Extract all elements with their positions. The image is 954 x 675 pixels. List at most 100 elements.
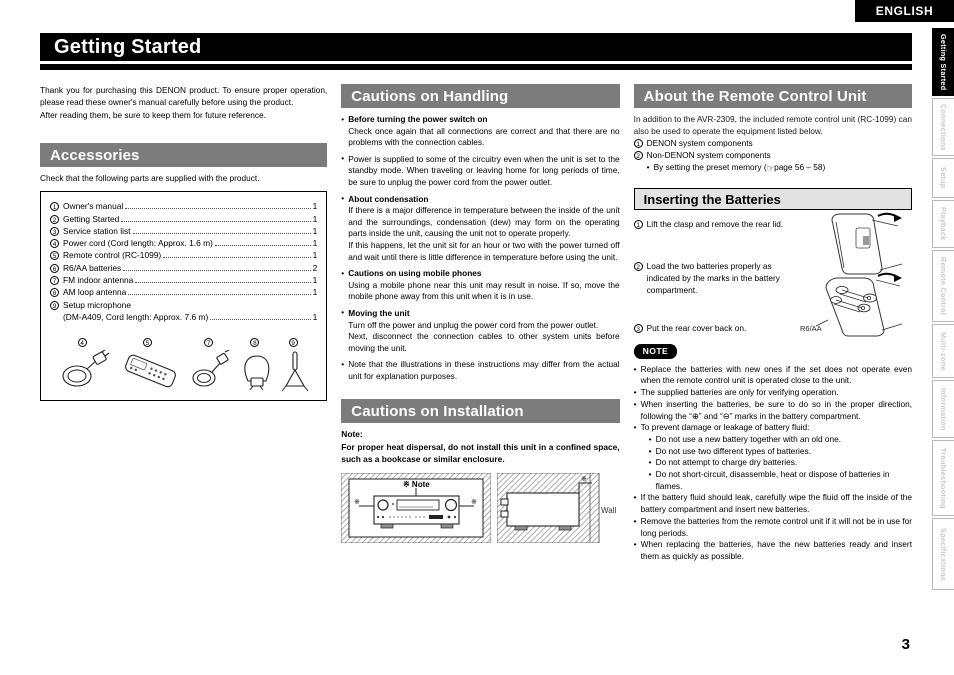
list-item: 2 Getting Started 1 — [50, 213, 317, 225]
page-number: 3 — [901, 636, 910, 653]
chapter-tab-setup[interactable]: Setup — [932, 158, 954, 198]
accessory-qty: 1 — [312, 311, 318, 322]
list-item: Before turning the power switch onCheck … — [341, 114, 619, 149]
circled-number: 8 — [250, 338, 260, 348]
list-item: Do not short-circuit, disassemble, heat … — [649, 469, 912, 492]
list-item: Do not attempt to charge dry batteries. — [649, 457, 912, 469]
battery-steps-list: 1 Lift the clasp and remove the rear lid.… — [633, 218, 802, 334]
circled-number: 5 — [142, 338, 152, 348]
accessory-illustrations: 4 5 7 8 9 — [50, 332, 317, 394]
leader-dots — [210, 318, 311, 320]
equipment-label: Non-DENON system components — [646, 150, 771, 161]
chapter-tab-playback[interactable]: Playback — [932, 200, 954, 248]
remote-intro: In addition to the AVR-2309, the include… — [633, 114, 912, 136]
chapter-tab-getting-started[interactable]: Getting Started — [932, 28, 954, 96]
circled-number: 3 — [50, 226, 59, 236]
leader-dots — [135, 282, 311, 283]
circled-number: 1 — [633, 138, 643, 148]
installation-front-view-figure: ※ Note ※ ※ — [341, 473, 492, 544]
list-item: 9 Setup microphone — [50, 299, 317, 311]
list-item: When inserting the batteries, be sure to… — [634, 399, 912, 422]
bullet-text: Turn off the power and unplug the power … — [348, 319, 599, 330]
accessory-label: AM loop antenna — [63, 287, 127, 298]
list-item: 4 Power cord (Cord length: Approx. 1.6 m)… — [50, 237, 317, 249]
chapter-tab-label: Setup — [939, 167, 948, 189]
intro-paragraph-1: Thank you for purchasing this DENON prod… — [40, 85, 328, 108]
battery-step-text: Put the rear cover back on. — [646, 323, 747, 334]
leader-dots — [125, 208, 311, 210]
accessories-box: 1 Owner's manual 1 2 Getting Started 1 3 Servic… — [40, 191, 328, 402]
installation-figures: ※ Note ※ ※ ※ Wall — [341, 473, 619, 544]
circled-number: 9 — [50, 300, 59, 310]
bullet-text: Power is supplied to some of the circuit… — [348, 153, 620, 187]
bullet-heading: About condensation — [348, 193, 429, 204]
list-item: Power is supplied to some of the circuit… — [341, 153, 620, 189]
list-item: 5 Remote control (RC-1099) 1 — [50, 249, 317, 261]
remote-battery-figure: R6/AA — [800, 213, 903, 337]
list-item: 8 AM loop antenna 1 — [50, 286, 317, 298]
leader-dots — [128, 294, 311, 296]
preset-memory-page: page 56 – 58) — [774, 162, 826, 173]
chapter-tab-troubleshooting[interactable]: Troubleshooting — [932, 440, 954, 516]
intro-paragraph-2: After reading them, be sure to keep them… — [40, 109, 266, 120]
list-item: 7 FM indoor antenna 1 — [50, 274, 317, 286]
chapter-tab-connections[interactable]: Connections — [932, 98, 954, 156]
equipment-label: DENON system components — [646, 138, 753, 149]
battery-step: 2 Load the two batteries properly as indi… — [633, 260, 802, 296]
subsection-header-inserting-batteries: Inserting the Batteries — [633, 188, 912, 211]
remote-heading: About the Remote Control Unit — [643, 87, 867, 105]
circled-number: 2 — [633, 261, 643, 271]
chapter-rule — [40, 64, 912, 70]
accessory-qty: 1 — [312, 275, 318, 285]
language-badge: ENGLISH — [855, 0, 954, 22]
svg-text:※: ※ — [471, 499, 477, 506]
battery-illustrations: R6/AA — [800, 212, 912, 340]
accessory-qty: 2 — [312, 262, 318, 273]
chapter-tab-label: Multi-zone — [939, 331, 948, 371]
accessory-label: Setup microphone — [63, 299, 131, 310]
accessory-qty: 1 — [312, 201, 318, 212]
list-item: 2 Non-DENON system components — [633, 149, 912, 161]
column-right: About the Remote Control Unit In additio… — [633, 84, 912, 563]
chapter-tab-specifications[interactable]: Specifications — [932, 518, 954, 590]
circled-number: 1 — [50, 202, 59, 212]
battery-step: 1 Lift the clasp and remove the rear lid. — [633, 218, 802, 230]
chapter-tab-information[interactable]: Information — [932, 380, 954, 438]
manual-page: ENGLISH Getting Started Thank you for pu… — [0, 0, 954, 675]
leader-dots — [214, 245, 311, 247]
battery-notes-list: Replace the batteries with new ones if t… — [634, 364, 912, 563]
setup-microphone-icon — [281, 351, 309, 392]
svg-text:※: ※ — [581, 476, 587, 483]
three-column-layout: Thank you for purchasing this DENON prod… — [40, 84, 912, 563]
list-item: When replacing the batteries, have the n… — [634, 539, 912, 562]
bullet-text: Note that the illustrations in these ins… — [348, 359, 620, 381]
section-header-cautions-installation: Cautions on Installation — [341, 399, 620, 424]
installation-note-label: Note: — [341, 429, 363, 440]
accessory-figure-am-loop-antenna: 8 — [240, 338, 274, 394]
chapter-title-bar: Getting Started — [40, 33, 912, 61]
list-item: 6 R6/AA batteries 2 — [50, 262, 317, 274]
chapter-tab-label: Remote Control — [939, 256, 948, 316]
battery-step-text: Load the two batteries properly as indic… — [646, 261, 780, 296]
section-header-accessories: Accessories — [40, 143, 328, 168]
leader-dots — [121, 220, 311, 222]
chapter-tab-label: Troubleshooting — [939, 447, 948, 509]
page-title: Getting Started — [54, 35, 202, 58]
accessory-label: R6/AA batteries — [63, 262, 122, 273]
circled-number: 2 — [50, 214, 59, 224]
circled-number: 4 — [77, 338, 87, 348]
list-item: By setting the preset memory (☞page 56 –… — [647, 161, 912, 174]
circled-number: 7 — [204, 338, 214, 348]
chapter-tab-remote-control[interactable]: Remote Control — [932, 250, 954, 322]
list-item: 1 DENON system components — [633, 137, 912, 149]
accessory-label: Getting Started — [63, 213, 120, 224]
accessory-label: Power cord (Cord length: Approx. 1.6 m) — [63, 238, 213, 249]
inserting-batteries-heading: Inserting the Batteries — [643, 191, 781, 207]
chapter-tab-multi-zone[interactable]: Multi-zone — [932, 324, 954, 378]
accessories-heading: Accessories — [50, 146, 140, 164]
bullet-heading: Cautions on using mobile phones — [348, 268, 482, 279]
section-header-cautions-handling: Cautions on Handling — [341, 84, 620, 108]
chapter-tab-label: Playback — [939, 207, 948, 241]
circled-number: 8 — [50, 288, 59, 298]
list-item: Remove the batteries from the remote con… — [634, 516, 912, 539]
